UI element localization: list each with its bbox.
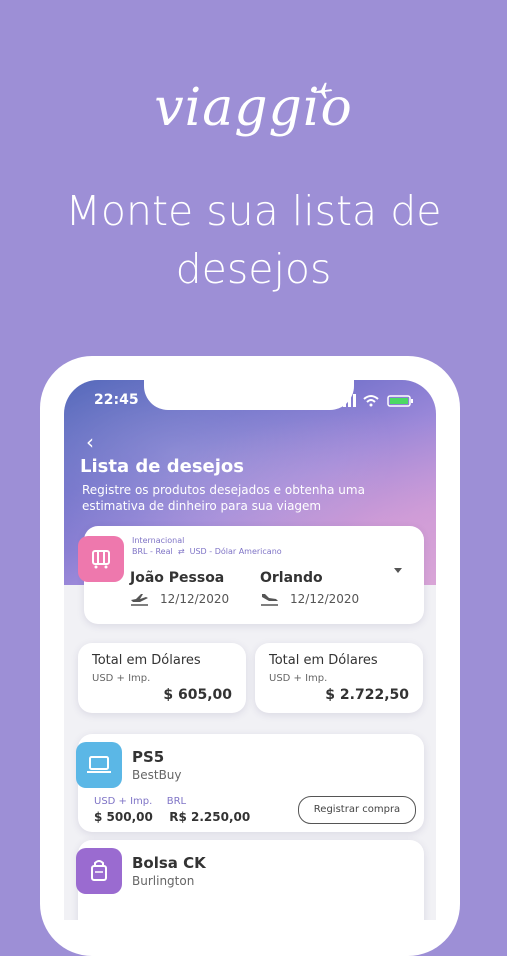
status-icons [338, 394, 413, 407]
departure-date: 12/12/2020 [160, 592, 230, 606]
product-prices: $ 500,00 R$ 2.250,00 [94, 810, 250, 824]
total-value: $ 2.722,50 [325, 687, 409, 703]
trip-type: Internacional [132, 536, 185, 545]
swap-icon: ⇄ [175, 547, 188, 556]
status-time: 22:45 [94, 392, 139, 408]
battery-icon [387, 395, 413, 407]
chevron-down-icon[interactable] [394, 568, 402, 573]
total-label: Total em Dólares [92, 653, 201, 668]
page-subtitle: Registre os produtos desejados e obtenha… [82, 483, 365, 513]
total-label: Total em Dólares [269, 653, 378, 668]
register-purchase-button[interactable]: Registrar compra [298, 796, 416, 824]
page-title: Lista de desejos [80, 456, 244, 477]
trip-currencies: BRL - Real ⇄ USD - Dólar Americano [132, 547, 282, 556]
origin-city: João Pessoa [130, 570, 225, 586]
product-name: Bolsa CK [132, 854, 206, 872]
currency-from: BRL - Real [132, 547, 173, 556]
phone-notch [144, 380, 354, 410]
product-card[interactable]: Bolsa CK Burlington [76, 840, 424, 920]
headline-line-2: desejos [175, 245, 332, 293]
back-chevron-icon[interactable]: ‹ [86, 430, 94, 454]
luggage-cart-icon [78, 536, 124, 582]
product-name: PS5 [132, 748, 165, 766]
total-sub: USD + Imp. [92, 673, 151, 684]
total-card-1: Total em Dólares USD + Imp. $ 605,00 [78, 643, 246, 713]
app-logo: viaggio [154, 78, 353, 138]
takeoff-icon [131, 594, 148, 606]
price-usd: $ 500,00 [94, 810, 153, 824]
product-card[interactable]: PS5 BestBuy USD + Imp. BRL $ 500,00 R$ 2… [76, 734, 424, 832]
return-date: 12/12/2020 [290, 592, 360, 606]
total-value: $ 605,00 [163, 687, 232, 703]
brl-label: BRL [166, 796, 187, 807]
product-currency-labels: USD + Imp. BRL [94, 796, 186, 807]
promo-headline: Monte sua lista de desejos [0, 182, 507, 298]
price-brl: R$ 2.250,00 [169, 810, 251, 824]
usd-label: USD + Imp. [94, 796, 153, 807]
currency-to: USD - Dólar Americano [189, 547, 282, 556]
trip-card[interactable]: Internacional BRL - Real ⇄ USD - Dólar A… [78, 526, 424, 624]
phone-screen: 22:45 ‹ Lista de desejos Registre os pro… [64, 380, 436, 920]
bag-icon [76, 848, 122, 894]
headline-line-1: Monte sua lista de [65, 187, 442, 235]
laptop-icon [76, 742, 122, 788]
destination-city: Orlando [260, 570, 323, 586]
wifi-icon [363, 395, 379, 407]
product-store: BestBuy [132, 768, 182, 782]
landing-icon [261, 594, 278, 606]
product-store: Burlington [132, 874, 195, 888]
plane-icon [313, 82, 333, 99]
total-sub: USD + Imp. [269, 673, 328, 684]
signal-icon [338, 394, 356, 407]
total-card-2: Total em Dólares USD + Imp. $ 2.722,50 [255, 643, 423, 713]
